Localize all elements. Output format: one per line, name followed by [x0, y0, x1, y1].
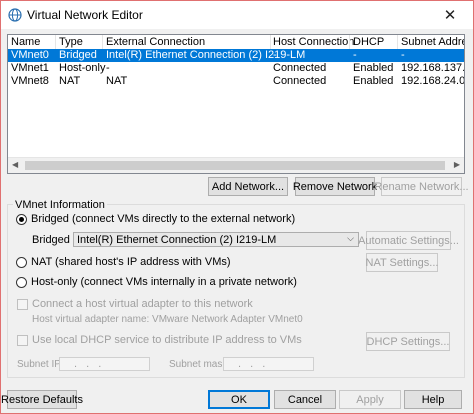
close-button[interactable]: ✕: [427, 1, 473, 29]
column-header-type[interactable]: Type: [59, 36, 83, 48]
connect-host-adapter-label[interactable]: Connect a host virtual adapter to this n…: [32, 298, 253, 310]
cell-dhcp: Enabled: [353, 75, 394, 87]
column-header-host-connection[interactable]: Host Connection: [273, 36, 354, 48]
host-only-label[interactable]: Host-only (connect VMs internally in a p…: [31, 276, 297, 288]
cell-type: Host-only: [59, 62, 106, 74]
bridged-radio[interactable]: [16, 214, 27, 225]
cell-subnet-address: 192.168.137.0: [401, 62, 465, 74]
help-button[interactable]: Help: [404, 390, 462, 409]
column-header-subnet-address[interactable]: Subnet Address: [401, 36, 464, 48]
scrollbar-thumb[interactable]: [25, 161, 445, 170]
cell-host-connection: -: [273, 49, 277, 61]
cell-external-connection: NAT: [106, 75, 128, 87]
cell-dhcp: Enabled: [353, 62, 394, 74]
horizontal-scrollbar[interactable]: ◀ ▶: [8, 157, 464, 173]
add-network-button[interactable]: Add Network...: [208, 177, 288, 196]
chevron-down-icon: ⌵: [347, 233, 354, 243]
network-globe-icon: [8, 8, 22, 22]
title-bar[interactable]: Virtual Network Editor ✕: [1, 1, 473, 29]
use-local-dhcp-checkbox[interactable]: [17, 335, 28, 346]
subnet-ip-value: . . .: [74, 358, 105, 370]
close-icon: ✕: [443, 7, 457, 24]
subnet-ip-input[interactable]: . . .: [59, 357, 150, 371]
host-adapter-name-label: Host virtual adapter name: VMware Networ…: [32, 314, 303, 325]
host-only-radio[interactable]: [16, 277, 27, 288]
nat-radio[interactable]: [16, 257, 27, 268]
dhcp-settings-button[interactable]: DHCP Settings...: [366, 332, 450, 351]
table-row[interactable]: VMnet1 Host-only - Connected Enabled 192…: [8, 62, 464, 75]
virtual-network-editor-window: Virtual Network Editor ✕ Name Type Exter…: [0, 0, 474, 414]
cell-subnet-address: 192.168.24.0: [401, 75, 465, 87]
bridged-label[interactable]: Bridged (connect VMs directly to the ext…: [31, 213, 295, 225]
ok-button[interactable]: OK: [208, 390, 270, 409]
nat-settings-button[interactable]: NAT Settings...: [366, 253, 438, 272]
cell-type: NAT: [59, 75, 81, 87]
apply-button[interactable]: Apply: [339, 390, 401, 409]
subnet-mask-label: Subnet mask:: [169, 359, 231, 370]
cell-type: Bridged: [59, 49, 97, 61]
bridged-to-select[interactable]: Intel(R) Ethernet Connection (2) I219-LM…: [73, 232, 359, 247]
cell-dhcp: -: [353, 49, 357, 61]
remove-network-button[interactable]: Remove Network: [293, 177, 377, 196]
column-header-dhcp[interactable]: DHCP: [353, 36, 384, 48]
scroll-left-icon[interactable]: ◀: [12, 160, 18, 169]
column-header-external-connection[interactable]: External Connection: [106, 36, 205, 48]
table-header: Name Type External Connection Host Conne…: [8, 35, 464, 50]
bridged-to-value: Intel(R) Ethernet Connection (2) I219-LM: [77, 234, 277, 246]
network-table[interactable]: Name Type External Connection Host Conne…: [7, 34, 465, 174]
cell-host-connection: Connected: [273, 62, 327, 74]
restore-defaults-button[interactable]: Restore Defaults: [1, 390, 83, 409]
cancel-button[interactable]: Cancel: [274, 390, 336, 409]
table-row[interactable]: VMnet8 NAT NAT Connected Enabled 192.168…: [8, 75, 464, 88]
use-local-dhcp-label[interactable]: Use local DHCP service to distribute IP …: [32, 334, 302, 346]
automatic-settings-button[interactable]: Automatic Settings...: [358, 231, 459, 250]
cell-external-connection: -: [106, 62, 110, 74]
cell-subnet-address: -: [401, 49, 405, 61]
subnet-mask-value: . . .: [238, 358, 269, 370]
cell-name: VMnet1: [11, 62, 49, 74]
rename-network-button[interactable]: Rename Network...: [374, 177, 469, 196]
nat-label[interactable]: NAT (shared host's IP address with VMs): [31, 256, 231, 268]
column-header-name[interactable]: Name: [11, 36, 40, 48]
cell-name: VMnet0: [11, 49, 49, 61]
cell-name: VMnet8: [11, 75, 49, 87]
vmnet-information-label: VMnet Information: [13, 199, 107, 211]
cell-host-connection: Connected: [273, 75, 327, 87]
table-row[interactable]: VMnet0 Bridged Intel(R) Ethernet Connect…: [8, 49, 464, 62]
connect-host-adapter-checkbox[interactable]: [17, 299, 28, 310]
subnet-ip-label: Subnet IP:: [17, 359, 64, 370]
window-title: Virtual Network Editor: [27, 8, 143, 22]
subnet-mask-input[interactable]: . . .: [223, 357, 314, 371]
scroll-right-icon[interactable]: ▶: [454, 160, 460, 169]
